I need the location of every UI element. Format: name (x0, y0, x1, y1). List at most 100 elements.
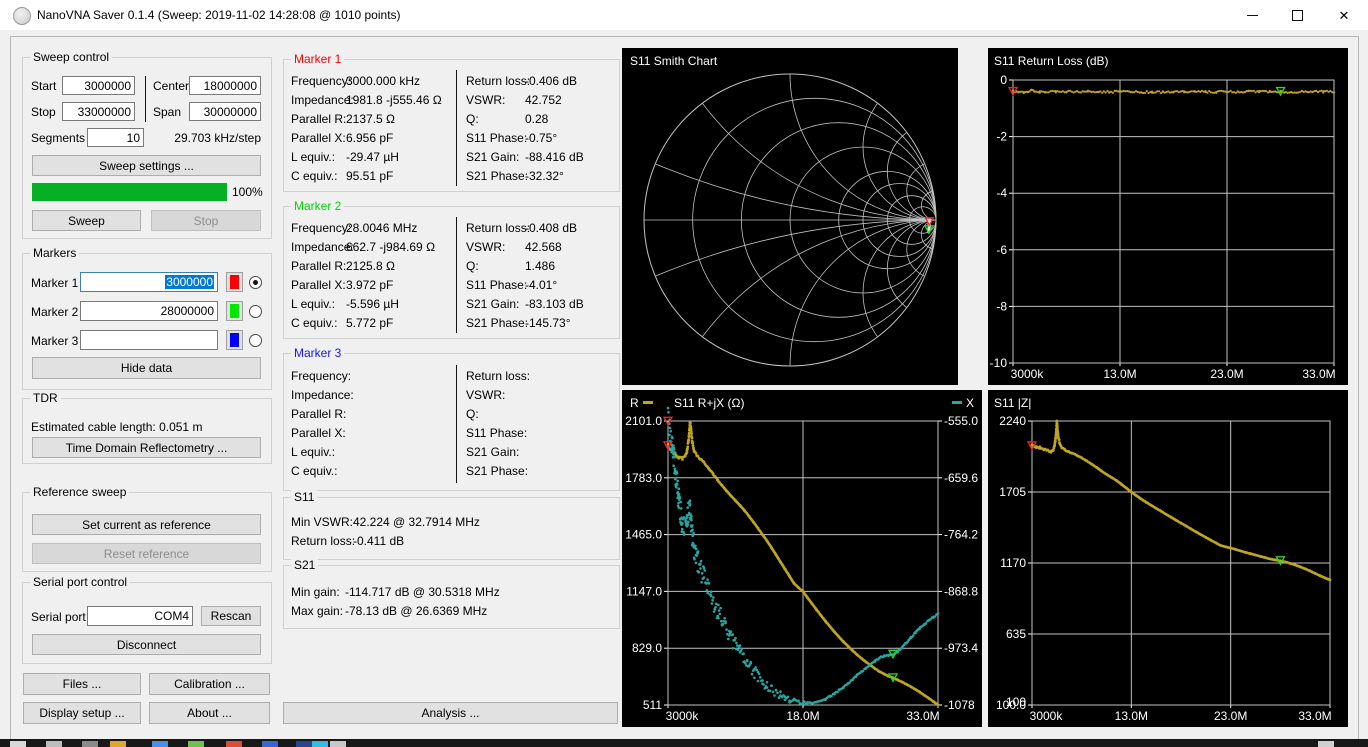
marker1-color-swatch (230, 275, 239, 289)
about-button[interactable]: About ... (149, 702, 270, 724)
s11-smith-chart[interactable]: S11 Smith Chart (622, 48, 958, 385)
svg-text:0: 0 (1000, 73, 1007, 87)
s11-return-loss-chart[interactable]: S11 Return Loss (dB) 0-2-4-6-8-103000k13… (988, 48, 1348, 385)
taskbar-icon[interactable] (110, 741, 126, 747)
chart-title: S11 R+jX (Ω) (674, 396, 744, 410)
svg-text:2240: 2240 (999, 414, 1026, 428)
center-input[interactable]: 18000000 (189, 76, 261, 95)
marker1-color-button[interactable] (226, 272, 243, 292)
reset-reference-button[interactable]: Reset reference (32, 543, 261, 564)
chart-title: S11 Return Loss (dB) (994, 54, 1109, 68)
serial-port-input[interactable]: COM4 (87, 606, 193, 626)
marker2-left-labels: Frequency:Impedance:Parallel R:Parallel … (291, 219, 354, 333)
disconnect-button[interactable]: Disconnect (32, 634, 261, 655)
s11-labels: Min VSWR:Return loss: (291, 513, 355, 551)
app-icon (13, 7, 31, 25)
serial-port-title: Serial port control (30, 575, 130, 589)
marker3-color-button[interactable] (226, 330, 243, 350)
marker1-label: Marker 1 (31, 275, 78, 291)
taskbar-icon[interactable] (262, 741, 278, 747)
taskbar-icon[interactable] (152, 741, 168, 747)
stop-input[interactable]: 33000000 (62, 102, 135, 121)
sweep-settings-button[interactable]: Sweep settings ... (32, 155, 261, 176)
marker1-box-divider (456, 70, 457, 186)
taskbar-icon[interactable] (312, 741, 328, 747)
svg-text:-2: -2 (996, 130, 1007, 144)
serial-port-label: Serial port (31, 609, 86, 625)
marker3-input[interactable] (80, 330, 218, 350)
stop-button[interactable]: Stop (151, 210, 261, 231)
span-input[interactable]: 30000000 (189, 102, 261, 121)
chart-title: S11 Smith Chart (630, 54, 717, 68)
svg-text:33.0M: 33.0M (1302, 367, 1335, 381)
marker2-box-title: Marker 2 (291, 199, 344, 213)
progress-percent: 100% (232, 184, 263, 200)
taskbar-icon[interactable] (188, 741, 204, 747)
marker2-radio[interactable] (249, 305, 262, 318)
minimize-icon (1247, 15, 1258, 16)
svg-text:-555.0: -555.0 (944, 414, 978, 428)
taskbar-icon[interactable] (82, 741, 98, 747)
marker2-color-button[interactable] (226, 301, 243, 321)
start-label: Start (31, 78, 56, 94)
center-label: Center (153, 78, 189, 94)
svg-text:1705: 1705 (999, 485, 1026, 499)
segments-input[interactable]: 10 (87, 128, 144, 147)
marker3-radio[interactable] (249, 334, 262, 347)
marker2-left-values: 28.0046 MHz662.7 -j984.69 Ω2125.8 Ω3.972… (346, 219, 435, 333)
r-series-legend: R (630, 396, 657, 410)
marker2-right-labels: Return loss:VSWR:Q:S11 Phase:S21 Gain:S2… (466, 219, 530, 333)
s21-values: -114.717 dB @ 30.5318 MHz-78.13 dB @ 26.… (345, 583, 500, 621)
x-legend-dash (952, 401, 962, 404)
marker1-radio[interactable] (249, 276, 262, 289)
marker2-color-swatch (230, 304, 239, 318)
s11-z-magnitude-chart[interactable]: S11 |Z| 224017051170635100.01003000k13.0… (988, 390, 1348, 727)
taskbar-icon[interactable] (330, 741, 346, 747)
maximize-button[interactable] (1275, 0, 1320, 30)
taskbar-icon[interactable] (46, 741, 62, 747)
svg-text:23.0M: 23.0M (1214, 709, 1247, 723)
marker3-right-labels: Return loss:VSWR:Q:S11 Phase:S21 Gain:S2… (466, 367, 530, 481)
svg-text:23.0M: 23.0M (1210, 367, 1243, 381)
files-button[interactable]: Files ... (23, 673, 141, 695)
close-icon: ✕ (1339, 9, 1350, 22)
sweep-divider (145, 76, 146, 122)
taskbar-icon[interactable] (226, 741, 242, 747)
hide-data-button[interactable]: Hide data (32, 357, 261, 379)
svg-text:33.0M: 33.0M (1298, 709, 1331, 723)
taskbar-icon[interactable] (1318, 741, 1334, 747)
analysis-button[interactable]: Analysis ... (283, 702, 618, 724)
minimize-button[interactable] (1230, 0, 1275, 30)
svg-text:-764.2: -764.2 (944, 528, 978, 542)
svg-text:-4: -4 (996, 186, 1007, 200)
taskbar-icon[interactable] (296, 741, 312, 747)
taskbar[interactable] (0, 739, 1368, 747)
rescan-button[interactable]: Rescan (201, 606, 261, 626)
marker3-color-swatch (230, 333, 239, 347)
marker2-input[interactable]: 28000000 (80, 301, 218, 321)
tdr-button[interactable]: Time Domain Reflectometry ... (32, 437, 261, 458)
marker3-left-labels: Frequency:Impedance:Parallel R:Parallel … (291, 367, 354, 481)
sweep-button[interactable]: Sweep (32, 210, 141, 231)
svg-text:100: 100 (1006, 695, 1026, 709)
svg-text:-1078: -1078 (944, 698, 975, 712)
tdr-title: TDR (30, 391, 61, 405)
segments-label: Segments (31, 130, 85, 146)
svg-text:1783.0: 1783.0 (625, 471, 662, 485)
x-series-legend: X (948, 396, 974, 410)
taskbar-icon[interactable] (10, 741, 26, 747)
s11-rjx-chart[interactable]: R S11 R+jX (Ω) X 2101.01783.01465.01147.… (622, 390, 982, 727)
start-input[interactable]: 3000000 (62, 76, 135, 95)
calibration-button[interactable]: Calibration ... (149, 673, 270, 695)
svg-text:1170: 1170 (1000, 556, 1026, 570)
svg-text:511: 511 (643, 698, 662, 712)
marker1-input[interactable]: 3000000 (80, 272, 218, 292)
markers-title: Markers (30, 246, 79, 260)
marker1-left-values: 3000.000 kHz1981.8 -j555.46 Ω2137.5 Ω6.9… (346, 72, 442, 186)
close-button[interactable]: ✕ (1320, 0, 1368, 30)
svg-text:1465.0: 1465.0 (625, 528, 662, 542)
marker3-label: Marker 3 (31, 333, 78, 349)
display-setup-button[interactable]: Display setup ... (23, 702, 141, 724)
svg-text:829.0: 829.0 (632, 641, 662, 655)
set-reference-button[interactable]: Set current as reference (32, 514, 261, 535)
